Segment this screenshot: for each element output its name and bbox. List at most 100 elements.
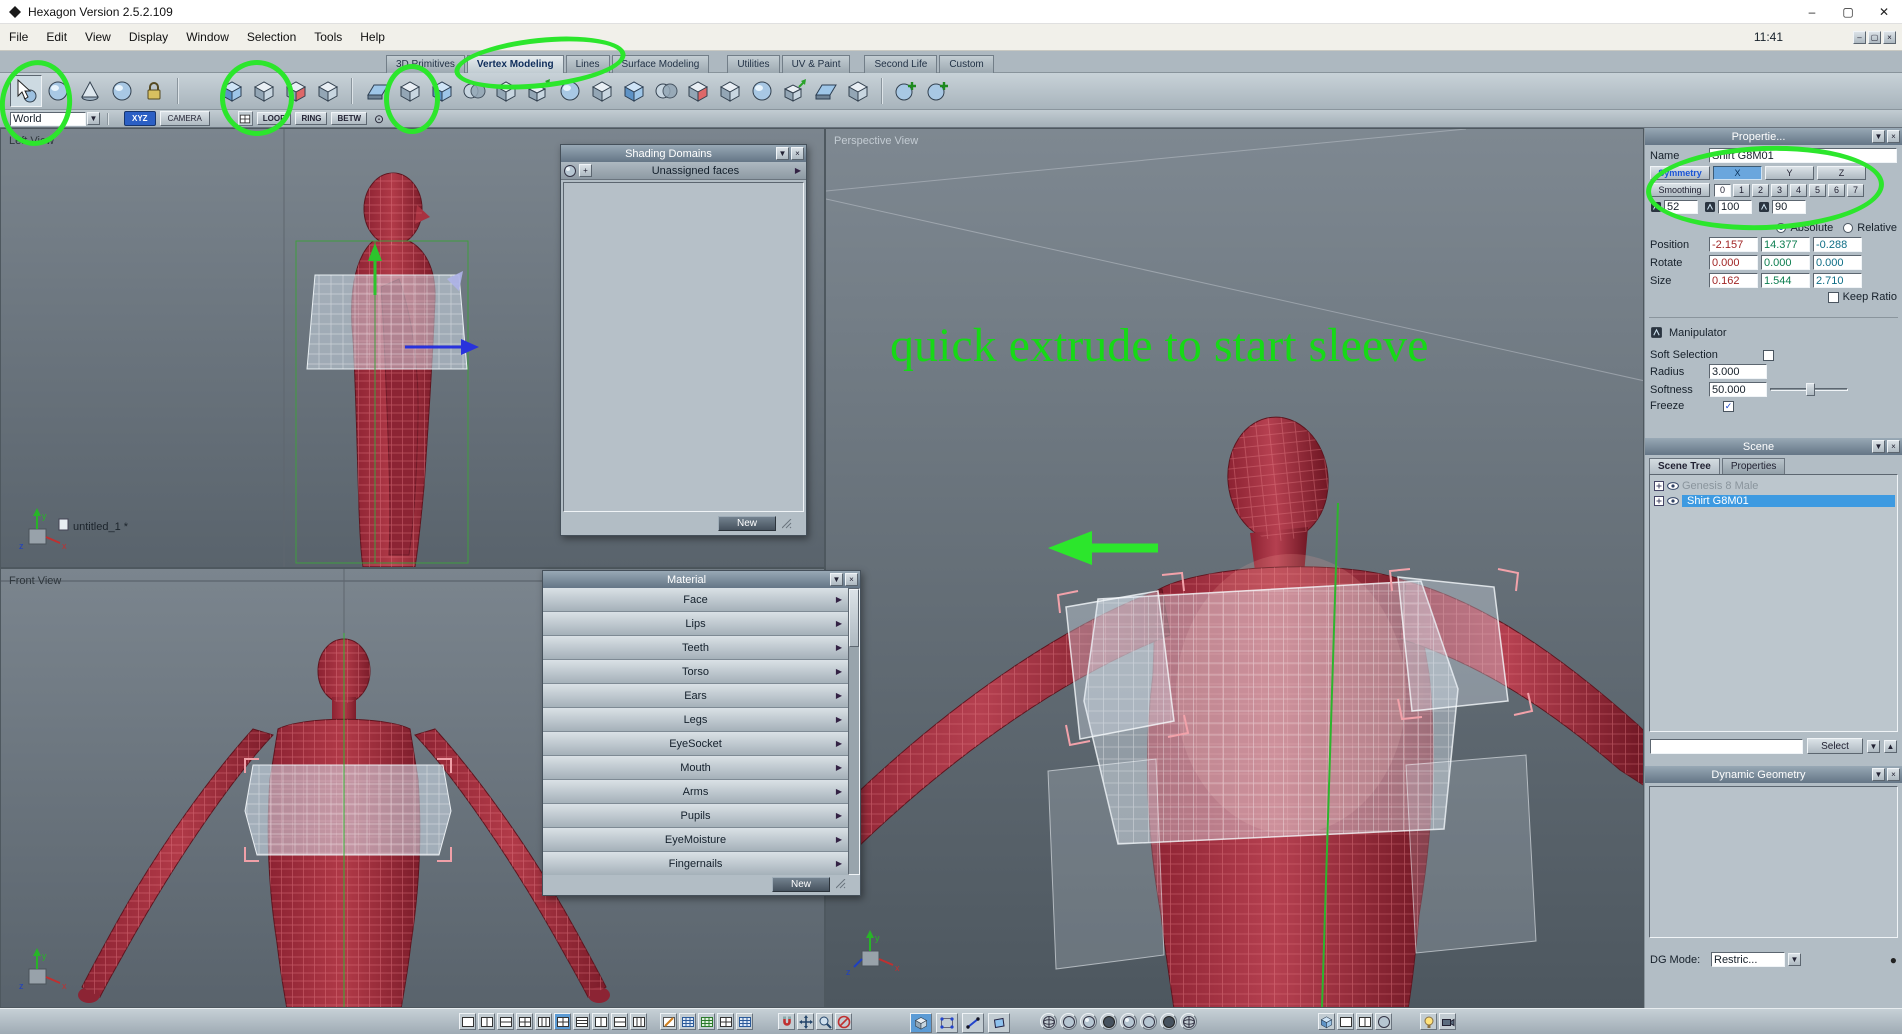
material-scrollbar-thumb[interactable] <box>849 589 859 647</box>
thickness-icon[interactable] <box>618 75 650 107</box>
expand-icon[interactable] <box>1654 496 1664 506</box>
grid-display-icon[interactable] <box>736 1013 753 1030</box>
layout-2col-icon[interactable] <box>478 1013 495 1030</box>
sweep-icon[interactable] <box>522 75 554 107</box>
snap-magnet-icon[interactable] <box>778 1013 795 1030</box>
light-icon[interactable] <box>1420 1013 1437 1030</box>
plane-display-icon[interactable] <box>1337 1013 1354 1030</box>
loop-button[interactable]: LOOP <box>256 112 292 125</box>
dissolve-icon[interactable] <box>682 75 714 107</box>
smoothing-level-3[interactable]: 3 <box>1771 183 1788 197</box>
target-mode-icon[interactable]: ⊙ <box>374 112 384 126</box>
material-item-face[interactable]: Face ▶ <box>543 588 848 612</box>
shading-domains-collapse-button[interactable]: ▼ <box>776 147 789 160</box>
material-item-teeth[interactable]: Teeth ▶ <box>543 636 848 660</box>
align-icon[interactable] <box>778 75 810 107</box>
size-x-input[interactable] <box>1709 273 1758 288</box>
mirror-display-icon[interactable] <box>1318 1013 1335 1030</box>
close-button[interactable]: ✕ <box>1866 0 1902 24</box>
decimate-icon[interactable] <box>746 75 778 107</box>
smooth-icon[interactable] <box>554 75 586 107</box>
lock-tool-icon[interactable] <box>138 75 170 107</box>
layout-quad-icon[interactable] <box>516 1013 533 1030</box>
name-input[interactable] <box>1709 148 1897 163</box>
scene-tree-item-genesis[interactable]: Genesis 8 Male <box>1650 478 1897 493</box>
material-new-button[interactable]: New <box>771 876 830 892</box>
xyz-button[interactable]: XYZ <box>124 111 156 126</box>
layout-split-left-icon[interactable] <box>592 1013 609 1030</box>
size-z-input[interactable] <box>1813 273 1862 288</box>
select-up-button[interactable]: ▲ <box>1884 739 1897 753</box>
ring-button[interactable]: RING <box>295 112 328 125</box>
keep-ratio-checkbox[interactable] <box>1827 291 1839 303</box>
smoothing-level-1[interactable]: 1 <box>1733 183 1750 197</box>
tab-uv-paint[interactable]: UV & Paint <box>781 55 851 73</box>
layout-3row-icon[interactable] <box>573 1013 590 1030</box>
scene-panel-header[interactable]: Scene ▼ × <box>1645 438 1902 455</box>
properties-panel-header[interactable]: Propertie... ▼ × <box>1645 128 1902 145</box>
dg-mode-select[interactable]: Restric... <box>1711 952 1785 967</box>
material-header[interactable]: Material ▼ × <box>543 571 860 588</box>
layout-single-icon[interactable] <box>459 1013 476 1030</box>
select-vertex-mode-icon[interactable] <box>936 1013 958 1033</box>
tab-scene-properties[interactable]: Properties <box>1721 458 1786 474</box>
tab-vertex-modeling[interactable]: Vertex Modeling <box>466 55 564 73</box>
smoothing-level-7[interactable]: 7 <box>1847 183 1864 197</box>
menu-file[interactable]: File <box>0 30 37 44</box>
dynamic-geometry-collapse-button[interactable]: ▼ <box>1872 768 1885 781</box>
smoothing-level-6[interactable]: 6 <box>1828 183 1845 197</box>
dynamic-geometry-header[interactable]: Dynamic Geometry ▼ × <box>1645 766 1902 783</box>
weld-icon[interactable] <box>650 75 682 107</box>
select-loop-icon[interactable] <box>216 75 248 107</box>
menu-help[interactable]: Help <box>351 30 394 44</box>
extrude-tool-icon[interactable] <box>394 75 426 107</box>
split-display-icon[interactable] <box>1356 1013 1373 1030</box>
layout-split-top-icon[interactable] <box>611 1013 628 1030</box>
minimize-button[interactable]: – <box>1794 0 1830 24</box>
freeze-checkbox[interactable]: ✓ <box>1723 400 1734 412</box>
layout-columns-icon[interactable] <box>630 1013 647 1030</box>
symmetry-z-button[interactable]: Z <box>1817 166 1866 180</box>
material-item-ears[interactable]: Ears ▶ <box>543 684 848 708</box>
material-collapse-button[interactable]: ▼ <box>830 573 843 586</box>
bevel-icon[interactable] <box>490 75 522 107</box>
dg-mode-dropdown-button[interactable]: ▼ <box>1788 953 1801 966</box>
add-primitive-icon[interactable] <box>922 75 954 107</box>
scene-close-button[interactable]: × <box>1887 440 1900 453</box>
tab-scene-tree[interactable]: Scene Tree <box>1649 458 1720 474</box>
mdi-close-button[interactable]: × <box>1883 30 1896 44</box>
extrude-surface-icon[interactable] <box>362 75 394 107</box>
layout-3col-icon[interactable] <box>535 1013 552 1030</box>
relative-radio[interactable] <box>1843 223 1854 233</box>
range-input-1[interactable] <box>1664 200 1698 214</box>
tab-3d-primitives[interactable]: 3D Primitives <box>386 55 465 73</box>
tab-second-life[interactable]: Second Life <box>864 55 938 73</box>
resize-grip[interactable] <box>836 879 846 889</box>
range-input-3[interactable] <box>1772 200 1806 214</box>
shading-domains-list[interactable] <box>563 182 804 512</box>
resize-grip[interactable] <box>782 518 792 529</box>
rotate-x-input[interactable] <box>1709 255 1758 270</box>
domain-row-arrow-icon[interactable]: ▶ <box>795 166 801 175</box>
shading-new-button[interactable]: New <box>717 516 776 531</box>
shading-smooth-icon[interactable] <box>1080 1013 1097 1030</box>
shading-xray-icon[interactable] <box>1160 1013 1177 1030</box>
select-button[interactable]: Select <box>1807 738 1863 754</box>
dynamic-geometry-close-button[interactable]: × <box>1887 768 1900 781</box>
layout-2row-icon[interactable] <box>497 1013 514 1030</box>
tab-custom[interactable]: Custom <box>939 55 994 73</box>
shading-dark-icon[interactable] <box>1100 1013 1117 1030</box>
between-button[interactable]: BETW <box>331 112 368 125</box>
soft-select-tool-icon[interactable] <box>42 75 74 107</box>
radius-input[interactable] <box>1709 364 1767 379</box>
add-geometry-icon[interactable] <box>890 75 922 107</box>
material-item-torso[interactable]: Torso ▶ <box>543 660 848 684</box>
split-icon[interactable] <box>842 75 874 107</box>
material-item-arms[interactable]: Arms ▶ <box>543 780 848 804</box>
visibility-eye-icon[interactable] <box>1667 482 1679 490</box>
perspective-viewport[interactable]: Perspective View y x z <box>825 128 1644 1008</box>
material-item-lips[interactable]: Lips ▶ <box>543 612 848 636</box>
shading-wireframe-icon[interactable] <box>1040 1013 1057 1030</box>
material-item-legs[interactable]: Legs ▶ <box>543 708 848 732</box>
visibility-eye-icon[interactable] <box>1667 497 1679 505</box>
